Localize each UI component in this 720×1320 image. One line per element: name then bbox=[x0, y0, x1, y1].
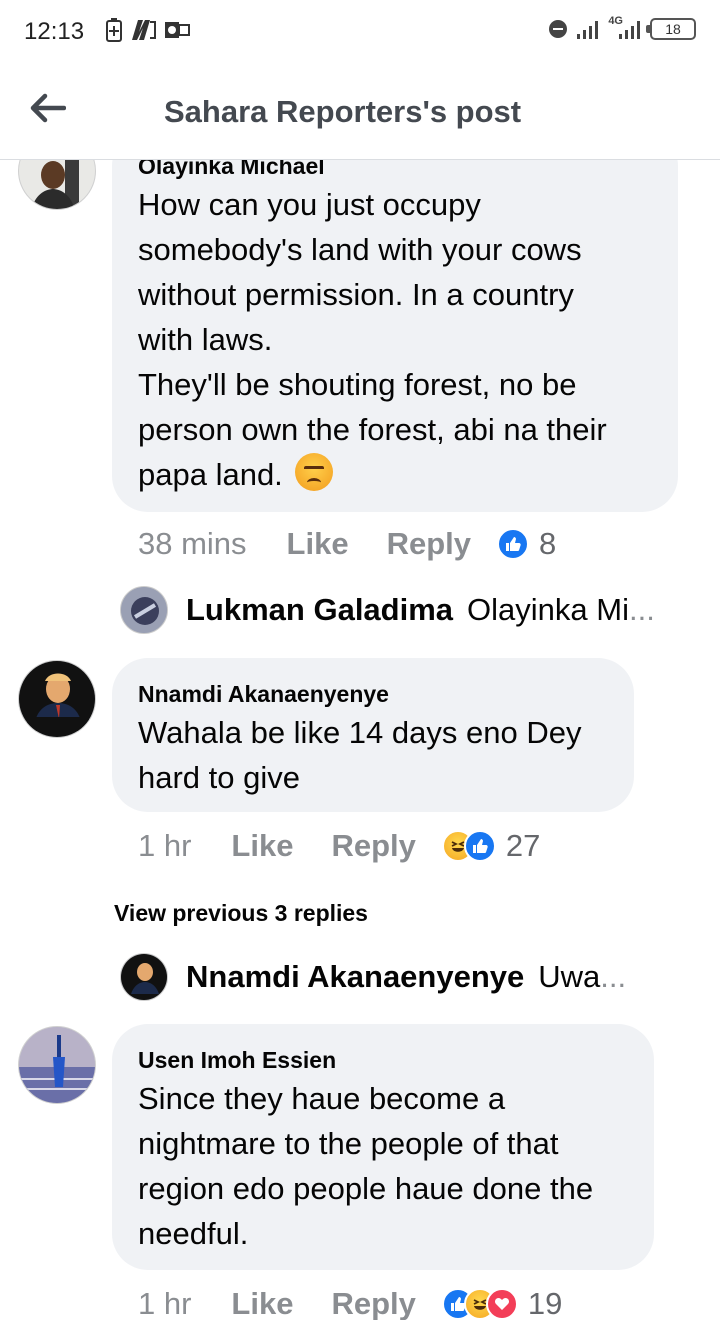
reply-snippet: Uwa bbox=[538, 959, 601, 994]
comment-line: with laws. bbox=[138, 322, 273, 357]
avatar-lukman bbox=[120, 586, 168, 634]
reaction-count: 27 bbox=[505, 828, 541, 863]
love-icon bbox=[485, 1288, 518, 1320]
reply-author[interactable]: Lukman Galadima bbox=[186, 592, 453, 628]
comment-line: person own the forest, abi na their bbox=[138, 412, 607, 447]
reply-button[interactable]: Reply bbox=[387, 526, 471, 562]
signal-icon bbox=[577, 19, 599, 39]
status-bar: 12:13 4G 18 bbox=[0, 0, 720, 64]
comment-author[interactable]: Usen Imoh Essien bbox=[138, 1046, 628, 1074]
reply-button[interactable]: Reply bbox=[331, 1286, 415, 1320]
network-type-label: 4G bbox=[608, 15, 623, 27]
like-button[interactable]: Like bbox=[231, 1286, 293, 1320]
battery-level: 18 bbox=[665, 21, 681, 37]
like-button[interactable]: Like bbox=[287, 526, 349, 562]
comment-line: needful. bbox=[138, 1216, 249, 1251]
like-button[interactable]: Like bbox=[231, 828, 293, 864]
reactions-summary[interactable]: 19 bbox=[441, 1286, 563, 1320]
status-system-icons: 4G 18 bbox=[549, 15, 696, 40]
reaction-count: 19 bbox=[527, 1286, 563, 1320]
comment-line: They'll be shouting forest, no be bbox=[138, 367, 577, 402]
reaction-count: 8 bbox=[539, 526, 557, 561]
battery-icon: 18 bbox=[646, 18, 696, 40]
comment-line: region edo people haue done the bbox=[138, 1171, 594, 1206]
avatar-nnamdi[interactable] bbox=[18, 660, 96, 738]
battery-saver-icon bbox=[106, 18, 122, 42]
comment-line: Wahala be like 14 days eno Dey bbox=[138, 715, 582, 750]
comment-text: Since they haue become a nightmare to th… bbox=[138, 1076, 628, 1256]
comment-text: How can you just occupy somebody's land … bbox=[138, 182, 652, 497]
comment-line: Since they haue become a bbox=[138, 1081, 506, 1116]
app-header: Sahara Reporters's post bbox=[0, 64, 720, 160]
comment-author[interactable]: Olayinka Michael bbox=[138, 160, 652, 180]
comment-bubble[interactable]: Olayinka Michael How can you just occupy… bbox=[112, 160, 678, 512]
comment-line: somebody's land with your cows bbox=[138, 232, 582, 267]
comment-text: Wahala be like 14 days eno Dey hard to g… bbox=[138, 710, 608, 800]
profile-photo-icon bbox=[19, 1027, 95, 1103]
profile-photo-icon bbox=[121, 954, 167, 1000]
comment-line: hard to give bbox=[138, 760, 300, 795]
reply-preview[interactable]: Lukman Galadima Olayinka Mi... bbox=[120, 586, 655, 634]
comment-line: without permission. In a country bbox=[138, 277, 574, 312]
reply-snippet: Olayinka Mi bbox=[467, 592, 629, 627]
like-icon bbox=[497, 528, 529, 560]
status-notification-icons bbox=[106, 18, 190, 42]
comment-line: nightmare to the people of that bbox=[138, 1126, 559, 1161]
avatar-olayinka[interactable] bbox=[18, 160, 96, 210]
ellipsis: ... bbox=[628, 592, 655, 627]
status-time: 12:13 bbox=[24, 18, 85, 45]
nfc-icon bbox=[132, 20, 156, 40]
do-not-disturb-icon bbox=[549, 20, 568, 38]
reply-author[interactable]: Nnamdi Akanaenyenye bbox=[186, 959, 524, 995]
comments-list[interactable]: Olayinka Michael How can you just occupy… bbox=[0, 160, 720, 1320]
ellipsis: ... bbox=[600, 959, 627, 994]
comment-line: papa land. bbox=[138, 452, 652, 497]
outlook-icon bbox=[165, 22, 190, 38]
comment-actions: 1 hr Like Reply 19 bbox=[138, 1286, 562, 1320]
back-button[interactable] bbox=[22, 86, 74, 130]
comment-time[interactable]: 38 mins bbox=[138, 526, 247, 562]
angry-face-icon bbox=[295, 453, 334, 491]
comment-bubble[interactable]: Nnamdi Akanaenyenye Wahala be like 14 da… bbox=[112, 658, 634, 812]
avatar-nnamdi-small bbox=[120, 953, 168, 1001]
reply-preview[interactable]: Nnamdi Akanaenyenye Uwa ... bbox=[120, 953, 626, 1001]
view-previous-replies[interactable]: View previous 3 replies bbox=[114, 900, 368, 927]
comment-time[interactable]: 1 hr bbox=[138, 828, 191, 864]
comment-bubble[interactable]: Usen Imoh Essien Since they haue become … bbox=[112, 1024, 654, 1270]
profile-photo-icon bbox=[19, 160, 95, 209]
avatar-usen[interactable] bbox=[18, 1026, 96, 1104]
like-icon bbox=[463, 830, 496, 862]
profile-photo-icon bbox=[19, 661, 95, 737]
back-arrow-icon bbox=[30, 93, 66, 123]
reply-button[interactable]: Reply bbox=[331, 828, 415, 864]
reactions-summary[interactable]: 8 bbox=[497, 526, 556, 562]
comment-actions: 38 mins Like Reply 8 bbox=[138, 526, 556, 562]
page-title: Sahara Reporters's post bbox=[164, 94, 522, 129]
comment-time[interactable]: 1 hr bbox=[138, 1286, 191, 1320]
comment-line: How can you just occupy bbox=[138, 187, 481, 222]
reactions-summary[interactable]: 27 bbox=[441, 828, 541, 864]
comment-author[interactable]: Nnamdi Akanaenyenye bbox=[138, 680, 608, 708]
profile-photo-icon bbox=[121, 587, 167, 633]
comment-actions: 1 hr Like Reply 27 bbox=[138, 828, 540, 864]
